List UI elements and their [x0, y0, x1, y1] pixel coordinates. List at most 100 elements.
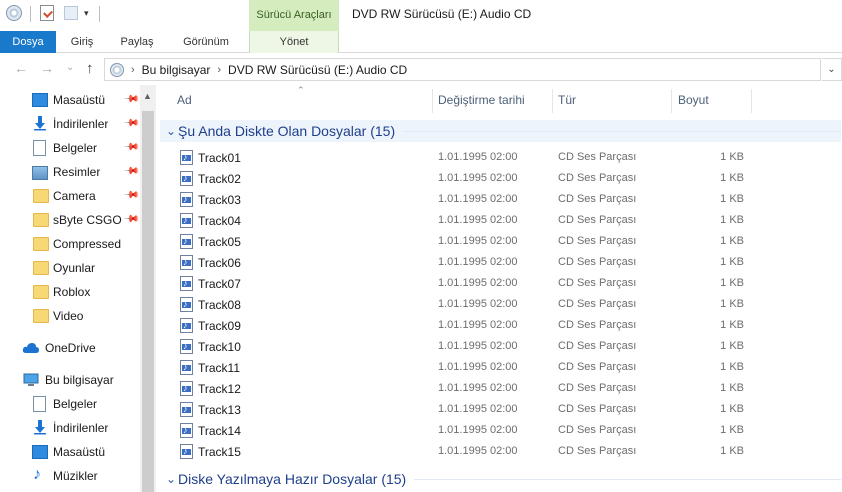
table-row[interactable]: Track02 1.01.1995 02:00 CD Ses Parçası 1 KB: [156, 168, 842, 189]
nav-item-label: OneDrive: [45, 341, 96, 355]
nav-item-label: Belgeler: [53, 397, 98, 411]
pin-icon[interactable]: 📌: [123, 211, 140, 228]
table-row[interactable]: Track14 1.01.1995 02:00 CD Ses Parçası 1 KB: [156, 420, 842, 441]
file-date: 1.01.1995 02:00: [438, 214, 518, 226]
file-size: 1 KB: [720, 319, 744, 331]
column-header-size[interactable]: Boyut: [678, 89, 748, 115]
address-dropdown-button[interactable]: ⌄: [822, 58, 842, 81]
nav-item-documents[interactable]: Belgeler 📌: [0, 136, 140, 160]
file-type: CD Ses Parçası: [558, 298, 637, 310]
nav-item-this-pc[interactable]: Bu bilgisayar: [0, 368, 140, 392]
nav-item-pc-desktop[interactable]: Masaüstü: [0, 440, 140, 464]
forward-button[interactable]: →: [40, 60, 54, 76]
pictures-icon: [32, 166, 48, 180]
new-folder-icon[interactable]: [64, 6, 78, 20]
table-row[interactable]: Track10 1.01.1995 02:00 CD Ses Parçası 1 KB: [156, 336, 842, 357]
quick-access-menu-icon[interactable]: ▾: [84, 8, 89, 19]
scrollbar-thumb[interactable]: [142, 111, 154, 492]
nav-item-video[interactable]: Video: [0, 304, 140, 328]
pin-icon[interactable]: 📌: [123, 187, 140, 204]
column-divider[interactable]: [751, 89, 752, 113]
column-divider[interactable]: [671, 89, 672, 113]
folder-icon: [33, 261, 49, 275]
downloads-icon: [32, 115, 48, 131]
audio-track-icon: [180, 423, 193, 438]
nav-scrollbar[interactable]: ▲: [140, 85, 156, 492]
table-row[interactable]: Track09 1.01.1995 02:00 CD Ses Parçası 1 KB: [156, 315, 842, 336]
cd-drive-icon[interactable]: [6, 5, 22, 21]
breadcrumb-this-pc[interactable]: Bu bilgisayar: [142, 63, 211, 77]
nav-item-label: Roblox: [53, 285, 91, 299]
nav-item-pictures[interactable]: Resimler 📌: [0, 160, 140, 184]
chevron-down-icon[interactable]: ⌄: [160, 472, 178, 486]
chevron-down-icon[interactable]: ⌄: [160, 124, 178, 138]
nav-item-camera[interactable]: Camera 📌: [0, 184, 140, 208]
table-row[interactable]: Track07 1.01.1995 02:00 CD Ses Parçası 1 KB: [156, 273, 842, 294]
nav-item-label: İndirilenler: [53, 421, 109, 435]
nav-item-onedrive[interactable]: OneDrive: [0, 336, 140, 360]
table-row[interactable]: Track06 1.01.1995 02:00 CD Ses Parçası 1 KB: [156, 252, 842, 273]
table-row[interactable]: Track01 1.01.1995 02:00 CD Ses Parçası 1 KB: [156, 147, 842, 168]
documents-icon: [33, 140, 46, 156]
table-row[interactable]: Track03 1.01.1995 02:00 CD Ses Parçası 1 KB: [156, 189, 842, 210]
chevron-right-icon[interactable]: ›: [217, 64, 221, 76]
up-button[interactable]: ↑: [86, 60, 94, 77]
tab-home[interactable]: Giriş: [56, 31, 108, 53]
audio-track-icon: [180, 402, 193, 417]
computer-icon: [23, 372, 39, 386]
file-type: CD Ses Parçası: [558, 361, 637, 373]
file-name: Track08: [198, 298, 241, 312]
file-date: 1.01.1995 02:00: [438, 445, 518, 457]
address-bar[interactable]: › Bu bilgisayar › DVD RW Sürücüsü (E:) A…: [104, 58, 821, 81]
divider: [99, 6, 100, 22]
nav-item-desktop[interactable]: Masaüstü 📌: [0, 88, 140, 112]
table-row[interactable]: Track05 1.01.1995 02:00 CD Ses Parçası 1 KB: [156, 231, 842, 252]
tab-view[interactable]: Görünüm: [166, 31, 246, 53]
table-row[interactable]: Track04 1.01.1995 02:00 CD Ses Parçası 1 KB: [156, 210, 842, 231]
table-row[interactable]: Track12 1.01.1995 02:00 CD Ses Parçası 1 KB: [156, 378, 842, 399]
nav-item-downloads[interactable]: İndirilenler 📌: [0, 112, 140, 136]
column-header-date[interactable]: Değiştirme tarihi: [438, 89, 548, 115]
nav-item-compressed[interactable]: Compressed: [0, 232, 140, 256]
nav-item-pc-music[interactable]: ♪ Müzikler: [0, 464, 140, 488]
nav-item-pc-downloads[interactable]: İndirilenler: [0, 416, 140, 440]
folder-icon: [33, 309, 49, 323]
nav-item-oyunlar[interactable]: Oyunlar: [0, 256, 140, 280]
pin-icon[interactable]: 📌: [123, 91, 140, 108]
nav-item-pc-documents[interactable]: Belgeler: [0, 392, 140, 416]
pin-icon[interactable]: 📌: [123, 163, 140, 180]
tab-file[interactable]: Dosya: [0, 31, 56, 53]
back-button[interactable]: ←: [14, 60, 28, 76]
group-header-on-disc[interactable]: ⌄ Şu Anda Diskte Olan Dosyalar (15): [160, 120, 841, 142]
column-divider[interactable]: [552, 89, 553, 113]
chevron-right-icon[interactable]: ›: [131, 64, 135, 76]
recent-locations-button[interactable]: ⌄: [66, 62, 74, 73]
tab-share[interactable]: Paylaş: [108, 31, 166, 53]
group-header-ready-to-burn[interactable]: ⌄ Diske Yazılmaya Hazır Dosyalar (15): [160, 468, 841, 490]
nav-item-sbyte[interactable]: sByte CSGO V 📌: [0, 208, 140, 232]
pin-icon[interactable]: 📌: [123, 139, 140, 156]
file-type: CD Ses Parçası: [558, 424, 637, 436]
column-divider[interactable]: [432, 89, 433, 113]
nav-item-roblox[interactable]: Roblox: [0, 280, 140, 304]
file-size: 1 KB: [720, 382, 744, 394]
nav-item-label: Camera: [53, 189, 96, 203]
properties-icon[interactable]: [40, 5, 54, 21]
table-row[interactable]: Track11 1.01.1995 02:00 CD Ses Parçası 1 KB: [156, 357, 842, 378]
table-row[interactable]: Track08 1.01.1995 02:00 CD Ses Parçası 1 KB: [156, 294, 842, 315]
table-row[interactable]: Track15 1.01.1995 02:00 CD Ses Parçası 1 KB: [156, 441, 842, 462]
pin-icon[interactable]: 📌: [123, 115, 140, 132]
desktop-icon: [32, 93, 48, 107]
tab-manage[interactable]: Yönet: [249, 31, 339, 53]
table-row[interactable]: Track13 1.01.1995 02:00 CD Ses Parçası 1 KB: [156, 399, 842, 420]
file-type: CD Ses Parçası: [558, 151, 637, 163]
column-header-name[interactable]: Ad: [177, 89, 427, 115]
file-size: 1 KB: [720, 445, 744, 457]
scroll-up-icon[interactable]: ▲: [143, 91, 152, 101]
breadcrumb-dvd-drive[interactable]: DVD RW Sürücüsü (E:) Audio CD: [228, 63, 407, 77]
audio-track-icon: [180, 192, 193, 207]
file-date: 1.01.1995 02:00: [438, 403, 518, 415]
column-header-type[interactable]: Tür: [558, 89, 668, 115]
audio-track-icon: [180, 360, 193, 375]
file-name: Track10: [198, 340, 241, 354]
